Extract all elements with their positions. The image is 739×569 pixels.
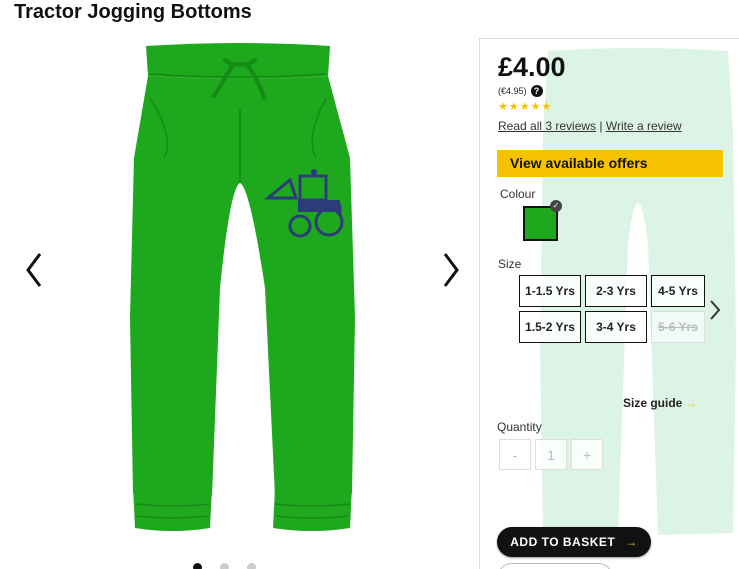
next-image-arrow-icon[interactable] [437,248,465,292]
quantity-decrease-button[interactable]: - [499,439,531,470]
star-icon: ★ [530,101,541,113]
quantity-input[interactable]: 1 [535,439,567,470]
arrow-right-icon: → [685,396,698,410]
gallery-dot[interactable] [247,563,256,569]
previous-image-arrow-icon[interactable] [20,248,48,292]
quantity-label: Quantity [497,420,542,434]
reviews-links: Read all 3 reviews | Write a review [498,119,682,133]
separator: | [599,119,603,133]
price: £4.00 [498,52,566,82]
size-option[interactable]: 1.5-2 Yrs [519,311,581,343]
product-image[interactable] [0,38,480,569]
purchase-panel: £4.00 (€4.95) ? ★ ★ ★ ★ ★ Read all 3 rev… [479,38,739,569]
colour-label: Colour [500,187,536,201]
quantity-stepper: - 1 + [499,439,603,470]
product-gallery [0,38,480,569]
star-icon: ★ [498,101,508,113]
gallery-dots [193,563,256,569]
size-option-unavailable[interactable]: 5-6 Yrs [651,311,705,343]
star-icon: ★ [519,101,530,113]
question-icon[interactable]: ? [530,85,543,97]
size-guide-label: Size guide [623,396,683,410]
secondary-button[interactable] [497,563,613,569]
price-euro: (€4.95) ? [498,85,543,97]
view-offers-button[interactable]: View available offers [497,150,723,177]
size-guide-link[interactable]: Size guide → [623,396,697,410]
size-option[interactable]: 4-5 Yrs [651,275,705,307]
arrow-right-icon: → [625,535,638,549]
add-to-basket-button[interactable]: ADD TO BASKET → [497,527,651,557]
gallery-dot[interactable] [220,563,229,569]
quantity-increase-button[interactable]: + [571,439,603,470]
star-icon: ★ [508,101,519,113]
size-option[interactable]: 1-1.5 Yrs [519,275,581,307]
size-next-arrow-icon[interactable] [708,299,722,321]
gallery-dot[interactable] [193,563,202,569]
write-review-link[interactable]: Write a review [606,119,682,133]
star-icon: ★ [541,101,552,113]
read-reviews-link[interactable]: Read all 3 reviews [498,119,596,133]
page-title: Tractor Jogging Bottoms [14,1,252,23]
size-option[interactable]: 3-4 Yrs [585,311,647,343]
size-option[interactable]: 2-3 Yrs [585,275,647,307]
price-euro-text: (€4.95) [498,86,527,96]
check-icon: ✓ [550,200,562,212]
rating-stars: ★ ★ ★ ★ ★ [498,102,551,113]
add-to-basket-label: ADD TO BASKET [510,535,616,549]
size-options: 1-1.5 Yrs 2-3 Yrs 4-5 Yrs 1.5-2 Yrs 3-4 … [519,275,705,343]
size-label: Size [498,257,522,271]
